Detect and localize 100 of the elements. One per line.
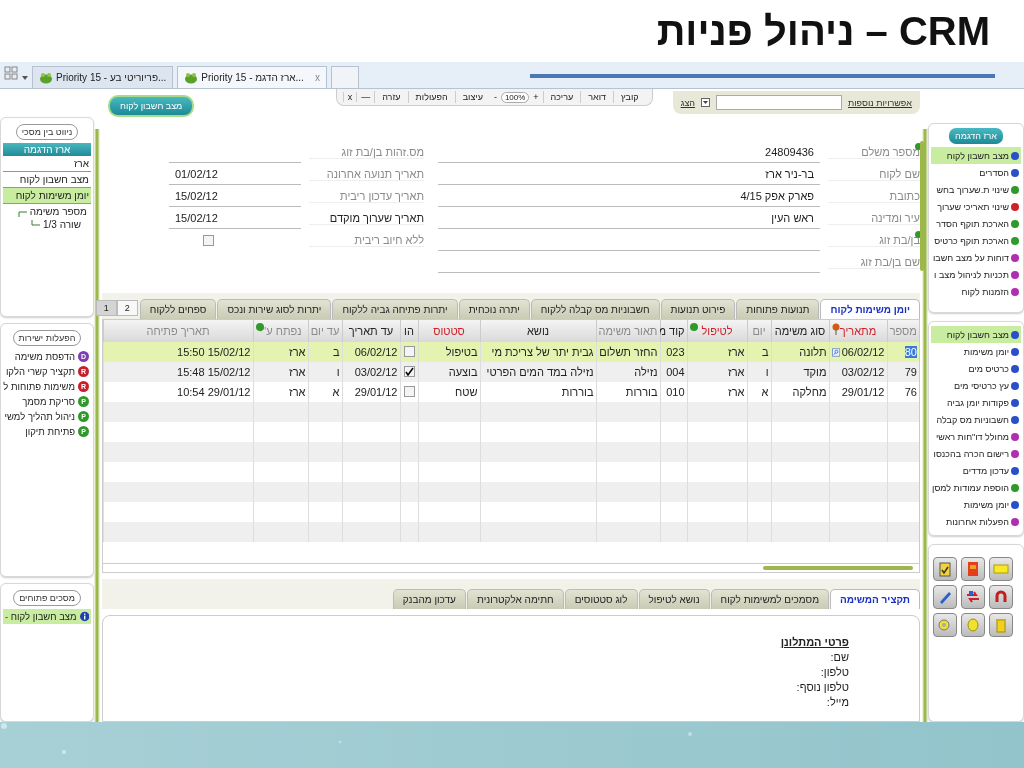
menu-item[interactable]: עדכון מדדים (931, 462, 1021, 479)
menu-item[interactable]: הפעולות (407, 91, 455, 103)
menu-item[interactable]: תכניות לניהול מצב ו (931, 266, 1021, 283)
tree-item[interactable]: מספר משימה (29, 206, 87, 217)
field-value[interactable]: בר-ניר ארז (438, 163, 820, 185)
tab[interactable]: חשבוניות מס קבלה ללקוח (530, 299, 660, 319)
zoom-out-button[interactable]: - (489, 92, 501, 102)
page-button[interactable]: 2 (116, 300, 138, 316)
menu-item[interactable]: הזמנות לקוח (931, 283, 1021, 300)
field-value[interactable]: 01/02/12 (169, 163, 301, 185)
action-item[interactable]: תקציר קשרי הלקו (5, 366, 75, 377)
window-control[interactable]: — (356, 92, 375, 102)
menu-item[interactable]: הארכת תוקף הסדר (931, 215, 1021, 232)
arrows-icon[interactable] (961, 585, 985, 609)
tab[interactable]: מסמכים למשימות לקוח (710, 589, 829, 609)
menu-item[interactable]: יומן משימות (931, 343, 1021, 360)
menu-item[interactable]: עריכה (542, 91, 581, 103)
tab[interactable]: יתרות פתיחה גביה ללקוח (332, 299, 458, 319)
menu-item[interactable]: מחולל דו"חות ראשי (931, 428, 1021, 445)
tab[interactable]: יומן משימות לקוח (820, 299, 920, 319)
zoom-in-button[interactable]: + (529, 92, 543, 102)
trash-icon[interactable] (989, 613, 1013, 637)
search-icon[interactable] (831, 346, 840, 358)
field-value[interactable]: פארק אפק 4/15 (438, 185, 820, 207)
action-item[interactable]: סריקת מסמך (22, 396, 75, 407)
tab[interactable]: יתרות לסוג שירות ונכס (217, 299, 332, 319)
horseshoe-icon[interactable] (989, 585, 1013, 609)
dropdown-icon[interactable] (701, 98, 711, 107)
checkbox[interactable] (203, 234, 214, 246)
menu-item[interactable]: שינוי ת.שערוך בחש (931, 181, 1021, 198)
column-header[interactable]: נושא (480, 320, 596, 342)
menu-item[interactable]: דוחות על מצב חשבו (931, 249, 1021, 266)
action-item[interactable]: הדפסת משימה (14, 351, 75, 362)
more-options-link[interactable]: אפשרויות נוספות (848, 97, 912, 108)
menu-item[interactable]: פקודות יומן גביה (931, 394, 1021, 411)
menu-item[interactable]: כרטיס מים (931, 360, 1021, 377)
tab[interactable]: תנועות פתוחות (736, 299, 820, 319)
menu-item[interactable]: הסדרים (931, 164, 1021, 181)
menu-item[interactable]: עיצוב (454, 91, 490, 103)
menu-item[interactable]: קובץ (613, 91, 646, 103)
column-header[interactable]: מתאריך (829, 320, 887, 342)
note-icon[interactable] (989, 557, 1013, 581)
column-header[interactable]: סוג משימה (771, 320, 829, 342)
field-value[interactable]: 24809436 (438, 141, 820, 163)
document-icon[interactable] (961, 557, 985, 581)
horizontal-scrollbar[interactable] (103, 563, 919, 572)
menu-item[interactable]: עזרה (374, 91, 408, 103)
scrollbar[interactable] (920, 141, 924, 271)
window-control[interactable]: x (342, 92, 357, 102)
menu-item[interactable]: רישום הכרה בהכנסו (931, 445, 1021, 462)
menu-item[interactable]: דואר (580, 91, 614, 103)
column-header[interactable]: לטיפול (687, 320, 747, 342)
navigation-item[interactable]: יומן משימות לקוח (3, 188, 91, 204)
field-value[interactable]: 15/02/12 (169, 185, 301, 207)
checkbox[interactable] (403, 345, 415, 357)
show-link[interactable]: הצג (680, 97, 696, 108)
coin-icon[interactable] (961, 613, 985, 637)
new-tab-button[interactable] (330, 66, 359, 88)
tab[interactable]: עדכון מהבנק (392, 589, 466, 609)
column-header[interactable]: סטטוס (418, 320, 480, 342)
tree-item[interactable]: שורה 1/3 (43, 219, 81, 230)
menu-item[interactable]: עץ כרטיסי מים (931, 377, 1021, 394)
direct-actions-button[interactable]: הפעלות ישירות (12, 330, 82, 346)
browser-tab[interactable]: Priority 15 - פריוריטי בע... (32, 66, 174, 88)
zoom-field[interactable]: 100% (500, 91, 530, 103)
checklist-icon[interactable] (933, 557, 957, 581)
action-item[interactable]: פתיחת תיקון (25, 426, 75, 437)
dropdown-icon[interactable] (22, 76, 28, 80)
menu-item[interactable]: הוספת עמודות למסן (931, 479, 1021, 496)
menu-item[interactable]: יומן משימות (931, 496, 1021, 513)
column-header[interactable]: עד תאריך (342, 320, 400, 342)
tab[interactable]: יתרה נוכחית (458, 299, 530, 319)
checkbox[interactable] (403, 385, 415, 397)
search-field[interactable] (716, 95, 843, 110)
checkbox[interactable] (403, 366, 415, 377)
menu-item[interactable]: שינוי תאריכי שערוך (931, 198, 1021, 215)
pen-icon[interactable] (933, 585, 957, 609)
field-value[interactable]: ראש העין (438, 207, 820, 229)
tab[interactable]: תקציר המשימה (830, 589, 920, 609)
close-button[interactable]: x (314, 72, 320, 83)
menu-item[interactable]: מצב חשבון לקוח (931, 147, 1021, 164)
menu-item[interactable]: הארכת תוקף כרטיס (931, 232, 1021, 249)
open-screen-item[interactable]: מצב חשבון לקוח - (3, 609, 91, 624)
open-screens-button[interactable]: מסכים פתוחים (13, 590, 81, 606)
navigation-button[interactable]: ניווט בין מסכי (15, 124, 79, 140)
tab[interactable]: לוג סטטוסים (564, 589, 638, 609)
action-item[interactable]: משימות פתוחות ל (3, 381, 75, 392)
field-value[interactable]: 15/02/12 (169, 207, 301, 229)
menu-item[interactable]: חשבוניות מס קבלה (931, 411, 1021, 428)
menu-item[interactable]: מצב חשבון לקוח (931, 326, 1021, 343)
tab[interactable]: נושא לטיפול (638, 589, 710, 609)
navigation-item[interactable]: ארז (3, 156, 91, 172)
tab[interactable]: חתימה אלקטרונית (466, 589, 564, 609)
tab[interactable]: ספחים ללקוח (139, 299, 217, 319)
help-icon[interactable] (933, 613, 957, 637)
action-item[interactable]: ניהול תהליך למשי (4, 411, 75, 422)
column-header[interactable]: הו (400, 320, 418, 342)
tab[interactable]: פירוט תנועות (660, 299, 736, 319)
page-button[interactable]: 1 (95, 300, 117, 316)
menu-item[interactable]: הפעלות אחרונות (931, 513, 1021, 530)
